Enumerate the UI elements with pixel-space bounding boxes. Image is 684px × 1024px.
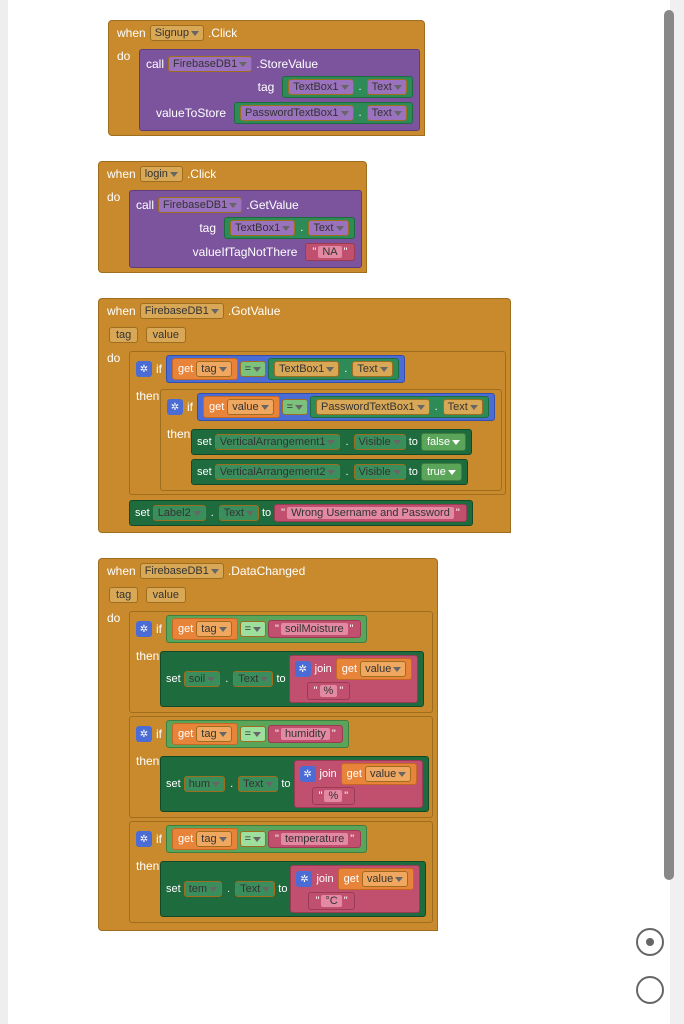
text-na[interactable]: "NA": [305, 243, 354, 261]
gear-icon[interactable]: ✲: [167, 399, 183, 415]
call-storevalue[interactable]: call FirebaseDB1 .StoreValue tag TextBox…: [139, 49, 420, 131]
set-va2-visible[interactable]: set VerticalArrangement2. Visible to tru…: [191, 459, 468, 485]
blocks-canvas[interactable]: when Signup .Click do call FirebaseDB1 .…: [0, 0, 670, 1024]
event-name: .Click: [208, 26, 237, 40]
set-label2-text[interactable]: set Label2. Text to "Wrong Username and …: [129, 500, 473, 526]
if-block[interactable]: ✲ if get tag = "soilMoisture" then set s…: [129, 611, 433, 713]
param-value[interactable]: value: [146, 327, 186, 343]
gear-icon[interactable]: ✲: [296, 871, 312, 887]
arg-valuetostore-label: valueToStore: [146, 106, 226, 120]
component-login[interactable]: login: [140, 166, 183, 182]
event-datachanged[interactable]: when FirebaseDB1 .DataChanged tag value …: [98, 558, 670, 931]
join-block[interactable]: ✲ join get value "%": [289, 655, 419, 703]
set-soil-text[interactable]: set soil. Text to ✲ join get value "%": [160, 651, 424, 707]
equals-block[interactable]: get tag = TextBox1. Text: [166, 355, 405, 383]
get-tag[interactable]: get tag: [172, 358, 238, 380]
gear-icon[interactable]: ✲: [136, 361, 152, 377]
param-tag[interactable]: tag: [109, 327, 138, 343]
textbox1-text-getter[interactable]: TextBox1 . Text: [282, 76, 413, 98]
arg-tag-label: tag: [194, 80, 274, 94]
set-hum-text[interactable]: set hum. Text to ✲ join get value "%": [160, 756, 429, 812]
do-keyword: do: [117, 49, 130, 63]
join-block[interactable]: ✲ join get value "°C": [290, 865, 420, 913]
gear-icon[interactable]: ✲: [300, 766, 316, 782]
component-firebase[interactable]: FirebaseDB1: [168, 56, 252, 72]
set-va1-visible[interactable]: set VerticalArrangement1. Visible to fal…: [191, 429, 472, 455]
if-block[interactable]: ✲ if get tag = "temperature" then set te…: [129, 821, 433, 923]
set-tem-text[interactable]: set tem. Text to ✲ join get value "°C": [160, 861, 426, 917]
gear-icon[interactable]: ✲: [295, 661, 311, 677]
if-inner[interactable]: ✲ if get value = PasswordTextBox1. Text: [160, 389, 502, 491]
if-block[interactable]: ✲ if get tag = "humidity" then set hum. …: [129, 716, 433, 818]
gear-icon[interactable]: ✲: [136, 726, 152, 742]
when-keyword: when: [117, 26, 146, 40]
gear-icon[interactable]: ✲: [136, 831, 152, 847]
event-gotvalue[interactable]: when FirebaseDB1 .GotValue tag value do …: [98, 298, 670, 533]
call-getvalue[interactable]: call FirebaseDB1 .GetValue tag TextBox1 …: [129, 190, 362, 268]
component-signup[interactable]: Signup: [150, 25, 204, 41]
center-icon[interactable]: [636, 928, 664, 956]
target-icon[interactable]: [636, 976, 664, 1004]
event-signup-click[interactable]: when Signup .Click do call FirebaseDB1 .…: [108, 20, 670, 136]
gear-icon[interactable]: ✲: [136, 621, 152, 637]
scrollbar[interactable]: [664, 10, 674, 880]
if-outer[interactable]: ✲ if get tag = TextBox1. Text then: [129, 351, 506, 495]
event-login-click[interactable]: when login .Click do call FirebaseDB1 .G…: [98, 161, 670, 273]
passwordtextbox1-text-getter[interactable]: PasswordTextBox1 . Text: [234, 102, 413, 124]
join-block[interactable]: ✲ join get value "%": [294, 760, 424, 808]
